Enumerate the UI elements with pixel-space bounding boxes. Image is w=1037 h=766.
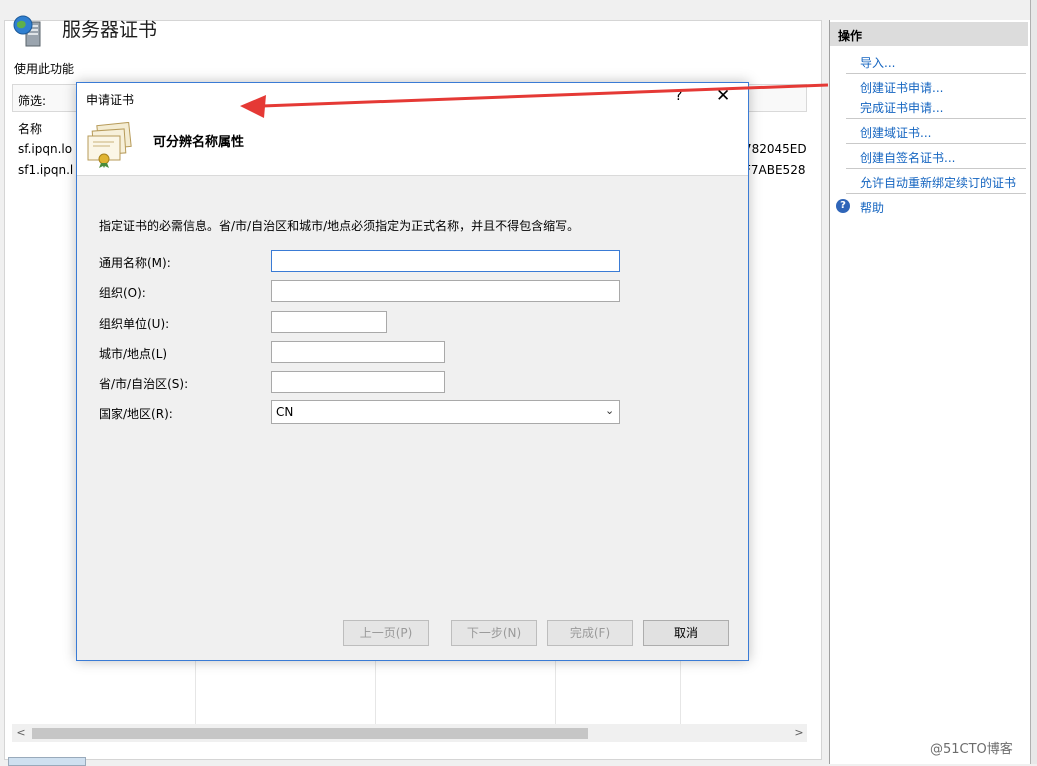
action-enable-auto-rebind[interactable]: 允许自动重新绑定续订的证书 bbox=[860, 174, 1016, 191]
org-unit-label: 组织单位(U): bbox=[99, 317, 170, 331]
next-button[interactable]: 下一步(N) bbox=[451, 620, 537, 646]
action-separator bbox=[846, 193, 1026, 194]
action-import[interactable]: 导入... bbox=[860, 54, 895, 71]
previous-button[interactable]: 上一页(P) bbox=[343, 620, 429, 646]
action-create-self-signed-certificate[interactable]: 创建自签名证书... bbox=[860, 149, 955, 166]
cert-row-name[interactable]: sf1.ipqn.l bbox=[18, 163, 73, 177]
certificate-icon bbox=[87, 122, 132, 168]
help-icon[interactable]: ? bbox=[836, 199, 850, 213]
country-select[interactable] bbox=[271, 400, 620, 424]
actions-title: 操作 bbox=[838, 29, 863, 43]
scroll-right-icon[interactable]: > bbox=[792, 724, 806, 742]
instruction-text: 指定证书的必需信息。省/市/自治区和城市/地点必须指定为正式名称，并且不得包含缩… bbox=[99, 219, 580, 233]
chevron-down-icon[interactable]: ⌄ bbox=[605, 404, 614, 417]
cert-row-name[interactable]: sf.ipqn.lo bbox=[18, 142, 72, 156]
window-edge bbox=[1030, 0, 1037, 764]
cert-row-hash[interactable]: 782045EDE bbox=[744, 142, 806, 156]
action-complete-certificate-request[interactable]: 完成证书申请... bbox=[860, 99, 943, 116]
state-label: 省/市/自治区(S): bbox=[99, 377, 189, 391]
dialog-close-button[interactable]: ✕ bbox=[716, 86, 730, 106]
organization-label: 组织(O): bbox=[99, 286, 146, 300]
watermark: @51CTO博客 bbox=[930, 742, 1013, 757]
common-name-label: 通用名称(M): bbox=[99, 256, 171, 270]
filter-label: 筛选: bbox=[18, 94, 47, 108]
action-create-domain-certificate[interactable]: 创建域证书... bbox=[860, 124, 931, 141]
action-help[interactable]: 帮助 bbox=[860, 199, 884, 216]
country-selected-value: CN bbox=[276, 405, 294, 419]
city-label: 城市/地点(L) bbox=[99, 347, 168, 361]
section-title: 可分辨名称属性 bbox=[153, 135, 245, 150]
action-separator bbox=[846, 73, 1026, 74]
scroll-left-icon[interactable]: < bbox=[14, 724, 28, 742]
city-input[interactable] bbox=[271, 341, 445, 363]
dialog-title: 申请证书 bbox=[86, 93, 135, 107]
country-label: 国家/地区(R): bbox=[99, 407, 173, 421]
cert-row-hash[interactable]: F7ABE5285 bbox=[744, 163, 806, 177]
intro-text: 使用此功能 bbox=[14, 62, 75, 76]
bottom-view-tab[interactable] bbox=[8, 757, 86, 766]
dialog-help-button[interactable]: ? bbox=[675, 88, 682, 104]
common-name-input[interactable] bbox=[271, 250, 620, 272]
dialog-header bbox=[77, 83, 748, 176]
org-unit-input[interactable] bbox=[271, 311, 387, 333]
action-separator bbox=[846, 118, 1026, 119]
horizontal-scrollbar[interactable]: < > bbox=[12, 724, 807, 742]
action-separator bbox=[846, 168, 1026, 169]
server-certificate-icon bbox=[13, 15, 41, 47]
finish-button[interactable]: 完成(F) bbox=[547, 620, 633, 646]
page-title: 服务器证书 bbox=[62, 19, 158, 41]
cancel-button[interactable]: 取消 bbox=[643, 620, 729, 646]
column-header-name[interactable]: 名称 bbox=[18, 120, 42, 137]
organization-input[interactable] bbox=[271, 280, 620, 302]
action-separator bbox=[846, 143, 1026, 144]
scrollbar-thumb[interactable] bbox=[32, 728, 588, 739]
state-input[interactable] bbox=[271, 371, 445, 393]
action-create-certificate-request[interactable]: 创建证书申请... bbox=[860, 79, 943, 96]
